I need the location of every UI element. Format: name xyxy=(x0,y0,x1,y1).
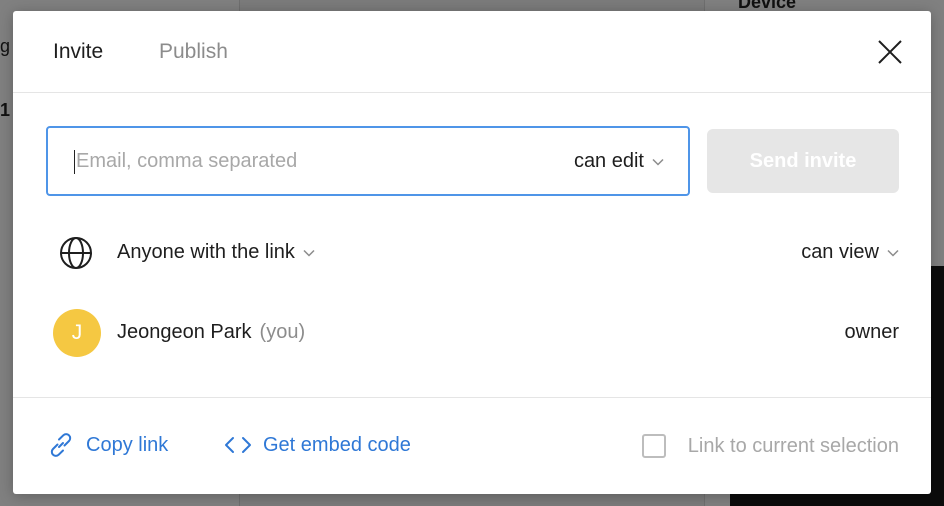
share-modal: Invite Publish Email, comma separated ca… xyxy=(13,11,931,494)
close-icon xyxy=(878,40,902,64)
collaborator-name: Jeongeon Park (you) xyxy=(117,321,305,344)
background-left-text-2: 1 xyxy=(0,100,11,120)
link-selection-checkbox[interactable] xyxy=(641,434,666,458)
link-permission-label: can view xyxy=(801,241,879,263)
link-permission-select[interactable]: can view xyxy=(801,241,899,264)
chevron-down-icon xyxy=(303,249,315,257)
invite-permission-select[interactable]: can edit xyxy=(574,150,664,173)
link-icon xyxy=(50,433,72,457)
text-caret xyxy=(74,150,75,174)
modal-footer: Copy link Get embed code Link to current… xyxy=(13,397,931,494)
tab-invite[interactable]: Invite xyxy=(53,40,103,64)
collaborator-name-text: Jeongeon Park xyxy=(117,321,252,343)
collaborator-you-suffix: (you) xyxy=(259,321,306,343)
link-access-row: Anyone with the link can view xyxy=(13,228,931,278)
code-icon xyxy=(225,437,251,453)
avatar: J xyxy=(53,309,101,357)
chevron-down-icon xyxy=(887,249,899,257)
link-selection-label: Link to current selection xyxy=(687,434,899,457)
link-access-label: Anyone with the link xyxy=(117,241,295,263)
link-selection-option[interactable]: Link to current selection xyxy=(641,434,899,458)
invite-permission-label: can edit xyxy=(573,150,644,172)
copy-link-button[interactable]: Copy link xyxy=(46,430,168,460)
link-access-select[interactable]: Anyone with the link xyxy=(117,241,315,264)
collaborator-role: owner xyxy=(844,321,899,343)
send-invite-button[interactable]: Send invite xyxy=(707,129,899,193)
tab-publish[interactable]: Publish xyxy=(159,40,228,64)
background-left-text: g xyxy=(0,36,11,56)
embed-code-label: Get embed code xyxy=(263,433,411,456)
copy-link-label: Copy link xyxy=(86,433,169,456)
email-input-placeholder: Email, comma separated xyxy=(76,150,298,172)
collaborator-row: J Jeongeon Park (you) owner xyxy=(13,308,931,358)
email-input[interactable]: Email, comma separated can edit xyxy=(46,126,690,196)
chevron-down-icon xyxy=(652,158,664,166)
close-button[interactable] xyxy=(877,39,903,65)
modal-header: Invite Publish xyxy=(13,11,931,93)
embed-code-button[interactable]: Get embed code xyxy=(223,430,411,460)
globe-icon xyxy=(60,237,92,269)
